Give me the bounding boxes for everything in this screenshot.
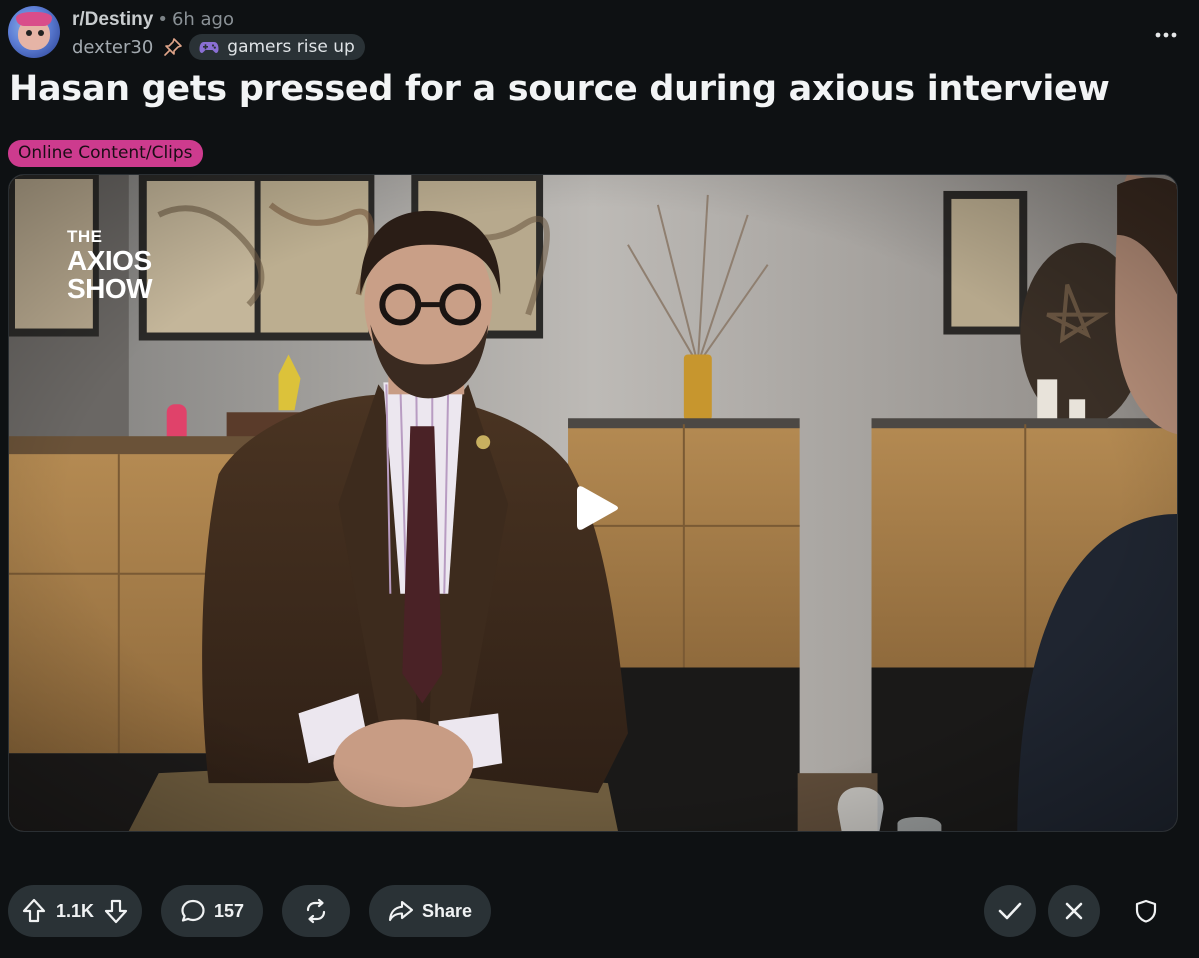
logo-line-axios: AXIOS — [67, 245, 152, 276]
post-actions-bar: 1.1K 157 Share — [8, 885, 1191, 937]
user-flair-text: gamers rise up — [227, 37, 355, 57]
ellipsis-icon — [1155, 32, 1177, 38]
vote-count: 1.1K — [55, 900, 95, 921]
avatar-eye — [26, 30, 32, 36]
pin-icon — [163, 37, 183, 57]
comment-count: 157 — [213, 900, 245, 921]
arrow-down-icon[interactable] — [104, 898, 128, 924]
share-button[interactable]: Share — [369, 885, 491, 937]
post-time: 6h ago — [171, 9, 234, 30]
share-arrow-icon — [388, 899, 414, 923]
play-button[interactable] — [575, 483, 619, 533]
vote-control: 1.1K — [8, 885, 142, 937]
post-title[interactable]: Hasan gets pressed for a source during a… — [9, 66, 1110, 112]
subreddit-avatar[interactable] — [8, 6, 60, 58]
more-options-button[interactable] — [1151, 20, 1181, 50]
avatar-eye — [38, 30, 44, 36]
comment-bubble-icon — [180, 898, 206, 924]
user-flair: gamers rise up — [189, 34, 365, 60]
axios-show-logo: THE AXIOS SHOW — [67, 227, 153, 304]
crosspost-button[interactable] — [282, 885, 350, 937]
share-label: Share — [421, 900, 473, 921]
shield-icon — [1135, 899, 1157, 923]
post-card: r/Destiny • 6h ago dexter30 gamers rise … — [0, 0, 1199, 958]
subreddit-line: r/Destiny • 6h ago — [72, 8, 234, 32]
post-flair[interactable]: Online Content/Clips — [8, 140, 203, 167]
avatar-hat — [16, 12, 52, 26]
post-header: r/Destiny • 6h ago dexter30 gamers rise … — [8, 6, 1191, 62]
approve-button[interactable] — [984, 885, 1036, 937]
play-icon — [577, 486, 618, 530]
logo-line-show: SHOW — [67, 273, 153, 304]
logo-line-the: THE — [67, 227, 103, 246]
remove-button[interactable] — [1048, 885, 1100, 937]
separator-dot: • — [157, 9, 168, 30]
mod-shield-button[interactable] — [1120, 885, 1172, 937]
comments-button[interactable]: 157 — [161, 885, 263, 937]
subreddit-name[interactable]: r/Destiny — [72, 9, 153, 30]
author-username[interactable]: dexter30 — [72, 37, 153, 58]
crosspost-icon — [303, 898, 329, 924]
checkmark-icon — [998, 902, 1022, 920]
video-player[interactable]: THE AXIOS SHOW — [8, 174, 1178, 832]
author-line: dexter30 gamers rise up — [72, 34, 365, 60]
arrow-up-icon[interactable] — [22, 898, 46, 924]
close-icon — [1065, 902, 1083, 920]
gamepad-icon — [199, 40, 219, 54]
